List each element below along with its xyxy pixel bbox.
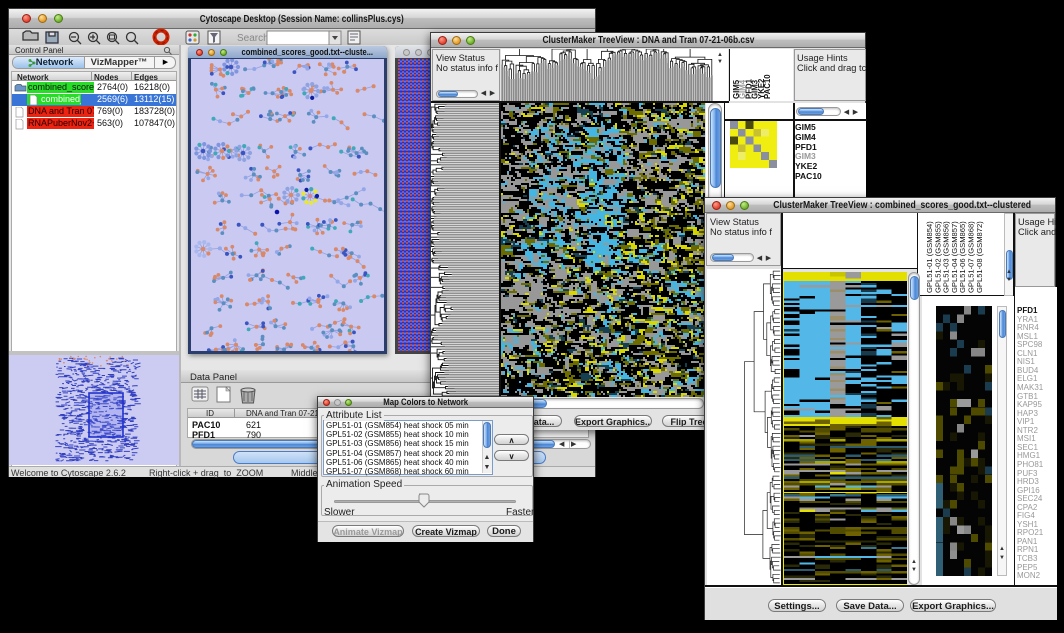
svg-text:PAC10: PAC10: [763, 74, 772, 99]
svg-text:Search:: Search:: [237, 33, 271, 44]
svg-text:GPL51-08 (GSM872): GPL51-08 (GSM872): [975, 221, 984, 293]
